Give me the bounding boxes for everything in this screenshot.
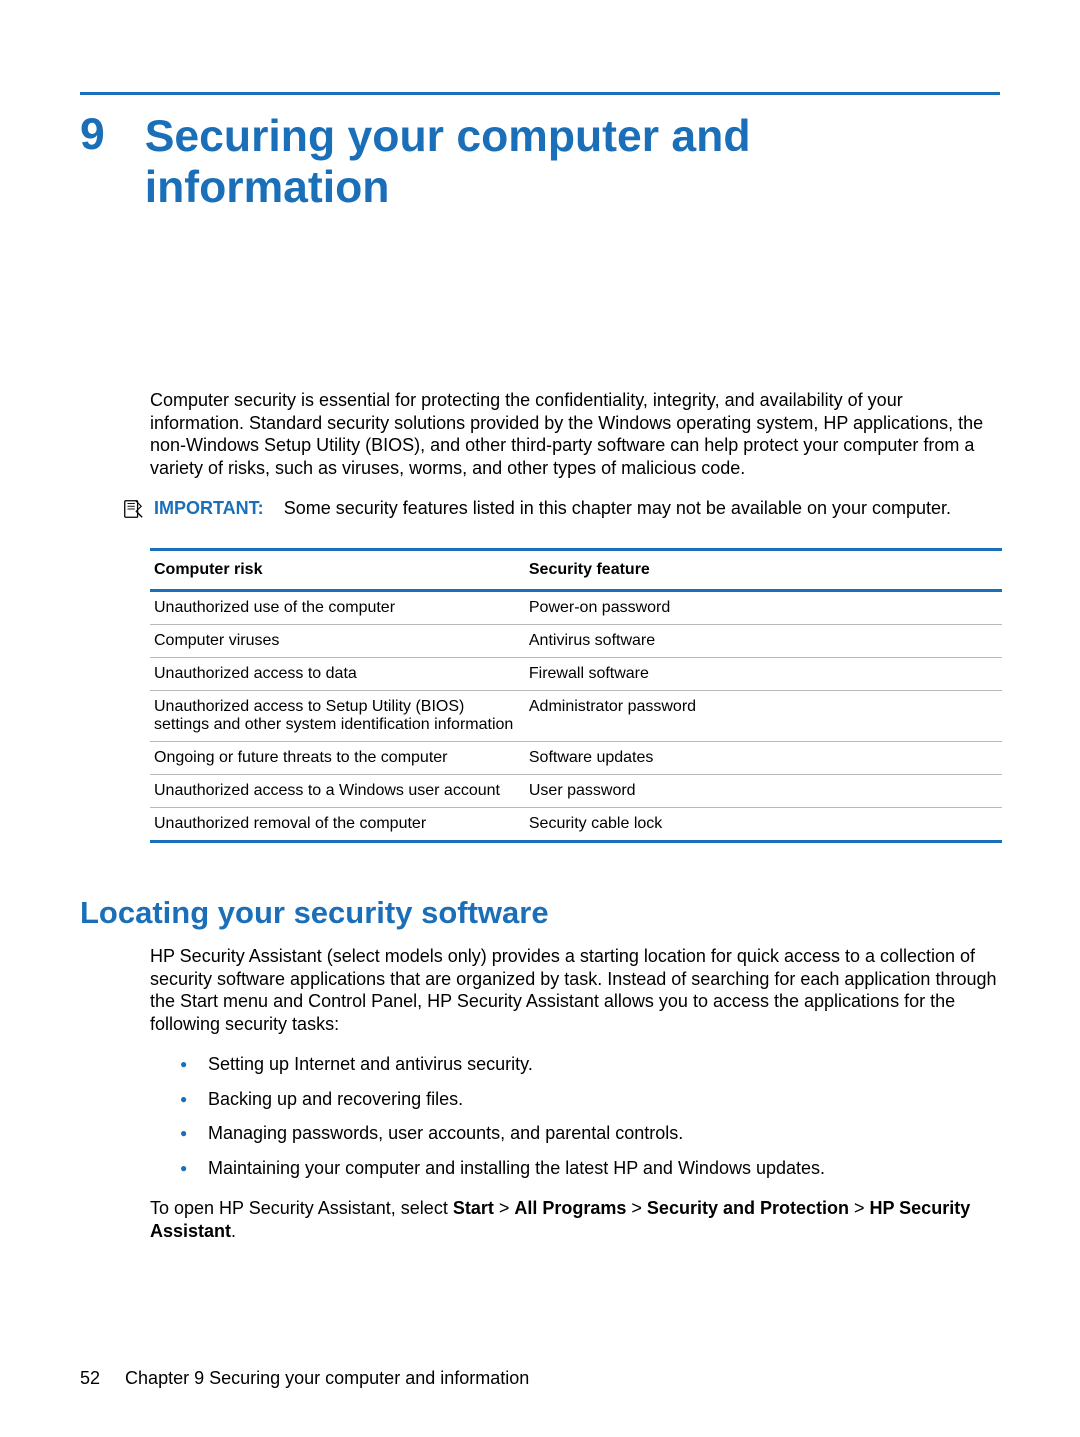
chapter-heading: 9 Securing your computer and information: [80, 111, 1000, 213]
path-start: Start: [453, 1198, 494, 1218]
important-icon: [122, 498, 144, 520]
open-path: To open HP Security Assistant, select St…: [150, 1197, 1000, 1242]
important-body-text: Some security features listed in this ch…: [284, 498, 951, 518]
chapter-title: Securing your computer and information: [145, 111, 1000, 213]
list-item: Maintaining your computer and installing…: [180, 1157, 1000, 1180]
cell-risk: Unauthorized removal of the computer: [150, 808, 525, 842]
table-row: Ongoing or future threats to the compute…: [150, 742, 1002, 775]
cell-feature: Antivirus software: [525, 625, 1002, 658]
page: 9 Securing your computer and information…: [0, 0, 1080, 1282]
intro-block: Computer security is essential for prote…: [150, 389, 1000, 479]
cell-risk: Ongoing or future threats to the compute…: [150, 742, 525, 775]
section-heading: Locating your security software: [80, 895, 1000, 931]
cell-risk: Unauthorized access to Setup Utility (BI…: [150, 691, 525, 742]
header-risk: Computer risk: [150, 550, 525, 591]
list-item: Managing passwords, user accounts, and p…: [180, 1122, 1000, 1145]
path-sep: >: [849, 1198, 870, 1218]
table-row: Unauthorized access to data Firewall sof…: [150, 658, 1002, 691]
cell-feature: Security cable lock: [525, 808, 1002, 842]
table-row: Computer viruses Antivirus software: [150, 625, 1002, 658]
cell-feature: Software updates: [525, 742, 1002, 775]
cell-feature: Power-on password: [525, 591, 1002, 625]
table-row: Unauthorized use of the computer Power-o…: [150, 591, 1002, 625]
important-label: IMPORTANT:: [154, 498, 264, 518]
open-path-prefix: To open HP Security Assistant, select: [150, 1198, 453, 1218]
cell-feature: Firewall software: [525, 658, 1002, 691]
important-text: IMPORTANT: Some security features listed…: [154, 497, 951, 520]
chapter-number: 9: [80, 111, 105, 160]
header-feature: Security feature: [525, 550, 1002, 591]
cell-feature: User password: [525, 775, 1002, 808]
table-row: Unauthorized access to Setup Utility (BI…: [150, 691, 1002, 742]
bullet-list: Setting up Internet and antivirus securi…: [180, 1053, 1000, 1179]
cell-feature: Administrator password: [525, 691, 1002, 742]
cell-risk: Unauthorized access to a Windows user ac…: [150, 775, 525, 808]
important-body: [269, 498, 284, 518]
section-paragraph: HP Security Assistant (select models onl…: [150, 945, 1000, 1035]
footer-chapter-label: Chapter 9 Securing your computer and inf…: [125, 1368, 529, 1388]
cell-risk: Unauthorized access to data: [150, 658, 525, 691]
path-security-protection: Security and Protection: [647, 1198, 849, 1218]
page-number: 52: [80, 1368, 100, 1388]
risk-feature-table: Computer risk Security feature Unauthori…: [150, 548, 1002, 843]
important-note: IMPORTANT: Some security features listed…: [122, 497, 1000, 520]
table-header-row: Computer risk Security feature: [150, 550, 1002, 591]
page-footer: 52 Chapter 9 Securing your computer and …: [80, 1368, 529, 1389]
path-sep: >: [626, 1198, 647, 1218]
section-body: HP Security Assistant (select models onl…: [150, 945, 1000, 1242]
cell-risk: Unauthorized use of the computer: [150, 591, 525, 625]
table-row: Unauthorized removal of the computer Sec…: [150, 808, 1002, 842]
open-path-suffix: .: [231, 1221, 236, 1241]
intro-paragraph: Computer security is essential for prote…: [150, 389, 1000, 479]
top-rule: [80, 92, 1000, 95]
list-item: Setting up Internet and antivirus securi…: [180, 1053, 1000, 1076]
path-sep: >: [494, 1198, 515, 1218]
list-item: Backing up and recovering files.: [180, 1088, 1000, 1111]
table-row: Unauthorized access to a Windows user ac…: [150, 775, 1002, 808]
path-all-programs: All Programs: [514, 1198, 626, 1218]
cell-risk: Computer viruses: [150, 625, 525, 658]
